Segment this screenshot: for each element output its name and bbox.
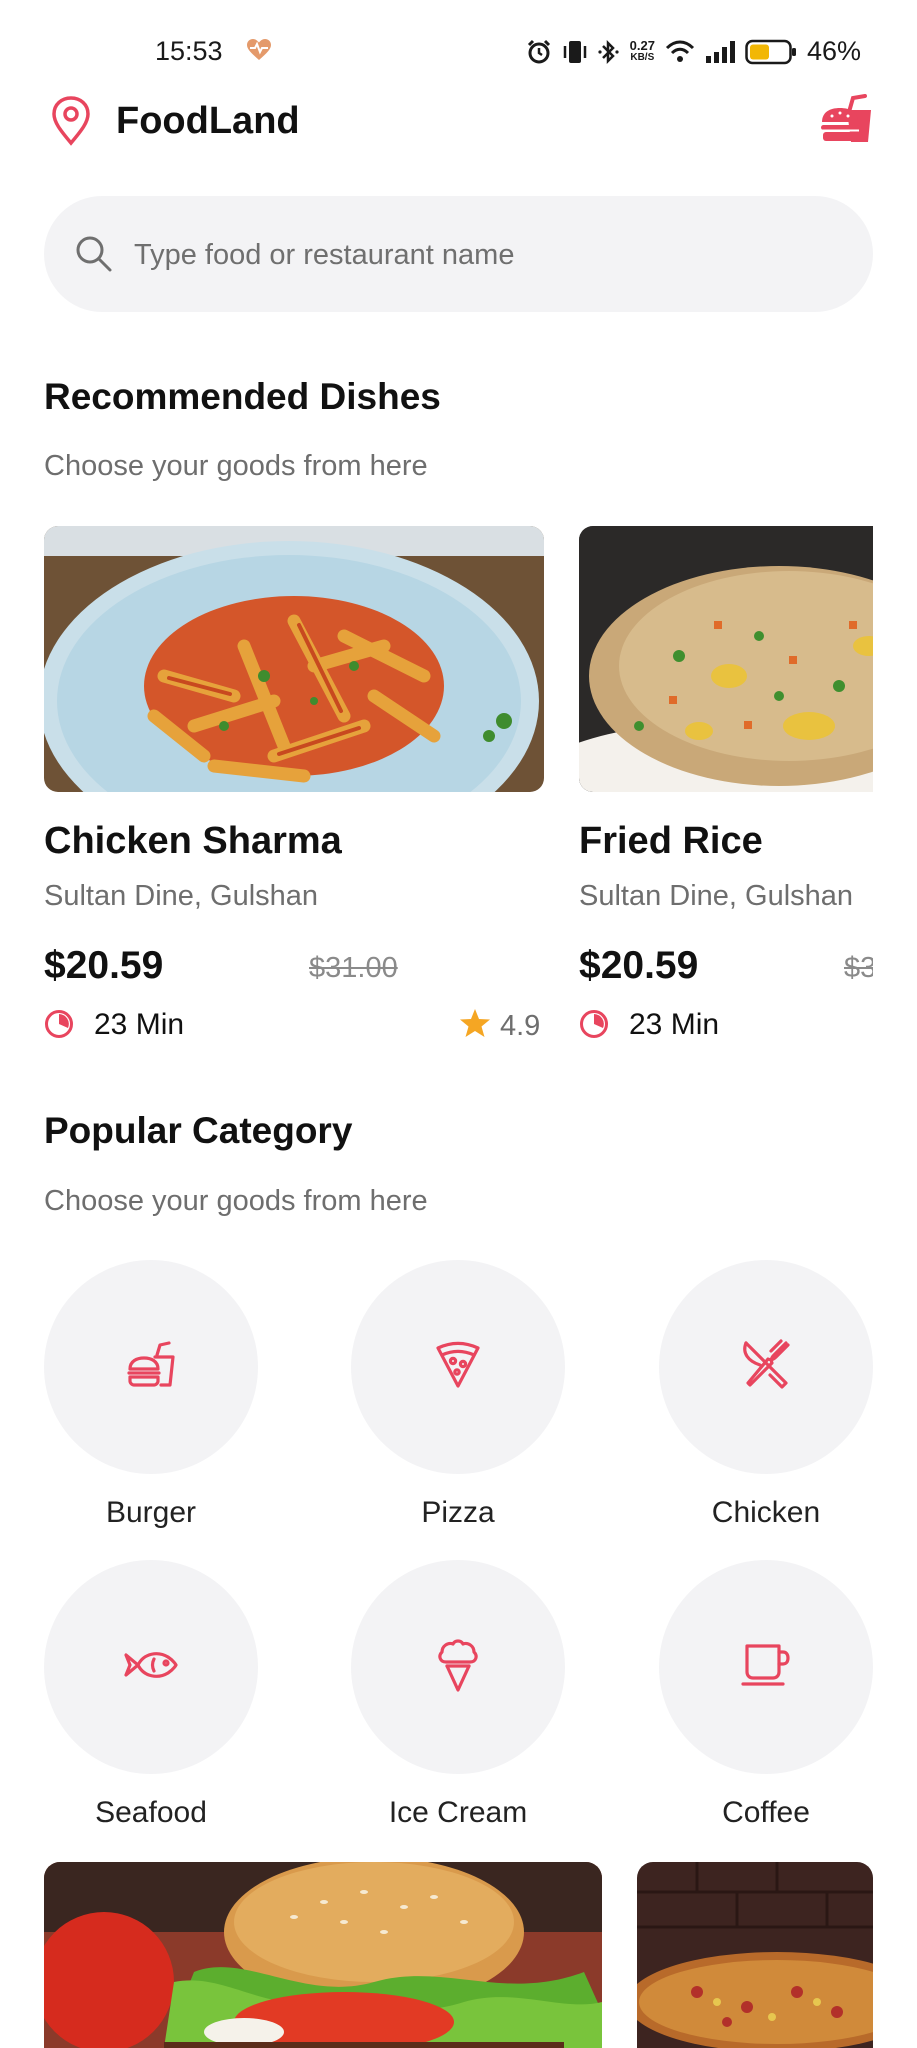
recommended-title: Recommended Dishes [44, 376, 441, 417]
category-label: Seafood [95, 1796, 207, 1829]
category-label: Burger [105, 1496, 197, 1529]
pizza-banner-image[interactable] [637, 1862, 873, 2048]
category-circle[interactable] [44, 1560, 258, 1774]
dish-name: Fried Rice [579, 820, 763, 862]
status-time: 15:53 [155, 36, 223, 66]
dish-name: Chicken Sharma [44, 820, 342, 862]
app-title: FoodLand [116, 100, 300, 142]
dish-rating: 4.9 [500, 1010, 541, 1042]
battery-percentage: 46% [806, 36, 861, 66]
search-bar[interactable] [44, 196, 873, 312]
category-burger[interactable]: Burger [44, 1260, 258, 1530]
search-input[interactable] [132, 226, 836, 284]
category-label: Chicken [711, 1496, 821, 1529]
bluetooth-icon [598, 39, 619, 64]
dish-price: $20.59 [44, 944, 164, 987]
health-heart-icon [246, 38, 272, 67]
dish-card[interactable]: Fried Rice Sultan Dine, Gulshan $20.59 $… [579, 526, 873, 1046]
signal-icon [705, 40, 735, 63]
dish-image[interactable] [44, 526, 544, 792]
category-label: Ice Cream [388, 1796, 528, 1829]
cutlery-icon [740, 1338, 792, 1396]
category-coffee[interactable]: Coffee [659, 1560, 873, 1830]
category-chicken[interactable]: Chicken [659, 1260, 873, 1530]
category-circle[interactable] [659, 1560, 873, 1774]
network-speed: 0.27 KB/S [629, 37, 655, 63]
popular-title: Popular Category [44, 1110, 353, 1151]
location-pin-icon[interactable] [50, 96, 92, 151]
status-icons: 0.27 KB/S 46% [526, 36, 861, 67]
category-label: Coffee [722, 1796, 810, 1829]
clock-icon [44, 1009, 74, 1044]
clock-icon [579, 1009, 609, 1044]
category-seafood[interactable]: Seafood [44, 1560, 258, 1830]
category-ice-cream[interactable]: Ice Cream [351, 1560, 565, 1830]
burger-banner-image[interactable] [44, 1862, 602, 2048]
burger-icon [125, 1339, 177, 1396]
dish-delivery-time: 23 Min [94, 1008, 185, 1041]
dish-restaurant: Sultan Dine, Gulshan [44, 880, 319, 912]
star-icon [459, 1008, 491, 1043]
category-label: Pizza [421, 1496, 495, 1529]
category-pizza[interactable]: Pizza [351, 1260, 565, 1530]
category-circle[interactable] [659, 1260, 873, 1474]
category-circle[interactable] [351, 1260, 565, 1474]
dish-image[interactable] [579, 526, 873, 792]
popular-subtitle: Choose your goods from here [44, 1185, 428, 1217]
dish-card[interactable]: Chicken Sharma Sultan Dine, Gulshan $20.… [44, 526, 544, 1046]
ice-cream-icon [436, 1638, 480, 1697]
dish-restaurant: Sultan Dine, Gulshan [579, 880, 854, 912]
dish-old-price: $31.00 [309, 952, 398, 984]
dish-delivery-time: 23 Min [629, 1008, 720, 1041]
status-bar: 15:53 0.27 KB/S 46% [0, 0, 917, 100]
category-circle[interactable] [351, 1560, 565, 1774]
fish-icon [122, 1645, 180, 1690]
category-circle[interactable] [44, 1260, 258, 1474]
wifi-icon [665, 40, 695, 62]
search-icon [74, 234, 114, 279]
coffee-icon [741, 1642, 791, 1693]
vibrate-icon [563, 40, 586, 63]
pizza-icon [433, 1340, 483, 1395]
dish-old-price: $3 [844, 952, 873, 984]
recommended-subtitle: Choose your goods from here [44, 450, 428, 482]
alarm-icon [527, 39, 550, 63]
dish-price: $20.59 [579, 944, 699, 987]
food-logo-icon[interactable] [819, 92, 873, 151]
battery-icon [745, 39, 796, 64]
